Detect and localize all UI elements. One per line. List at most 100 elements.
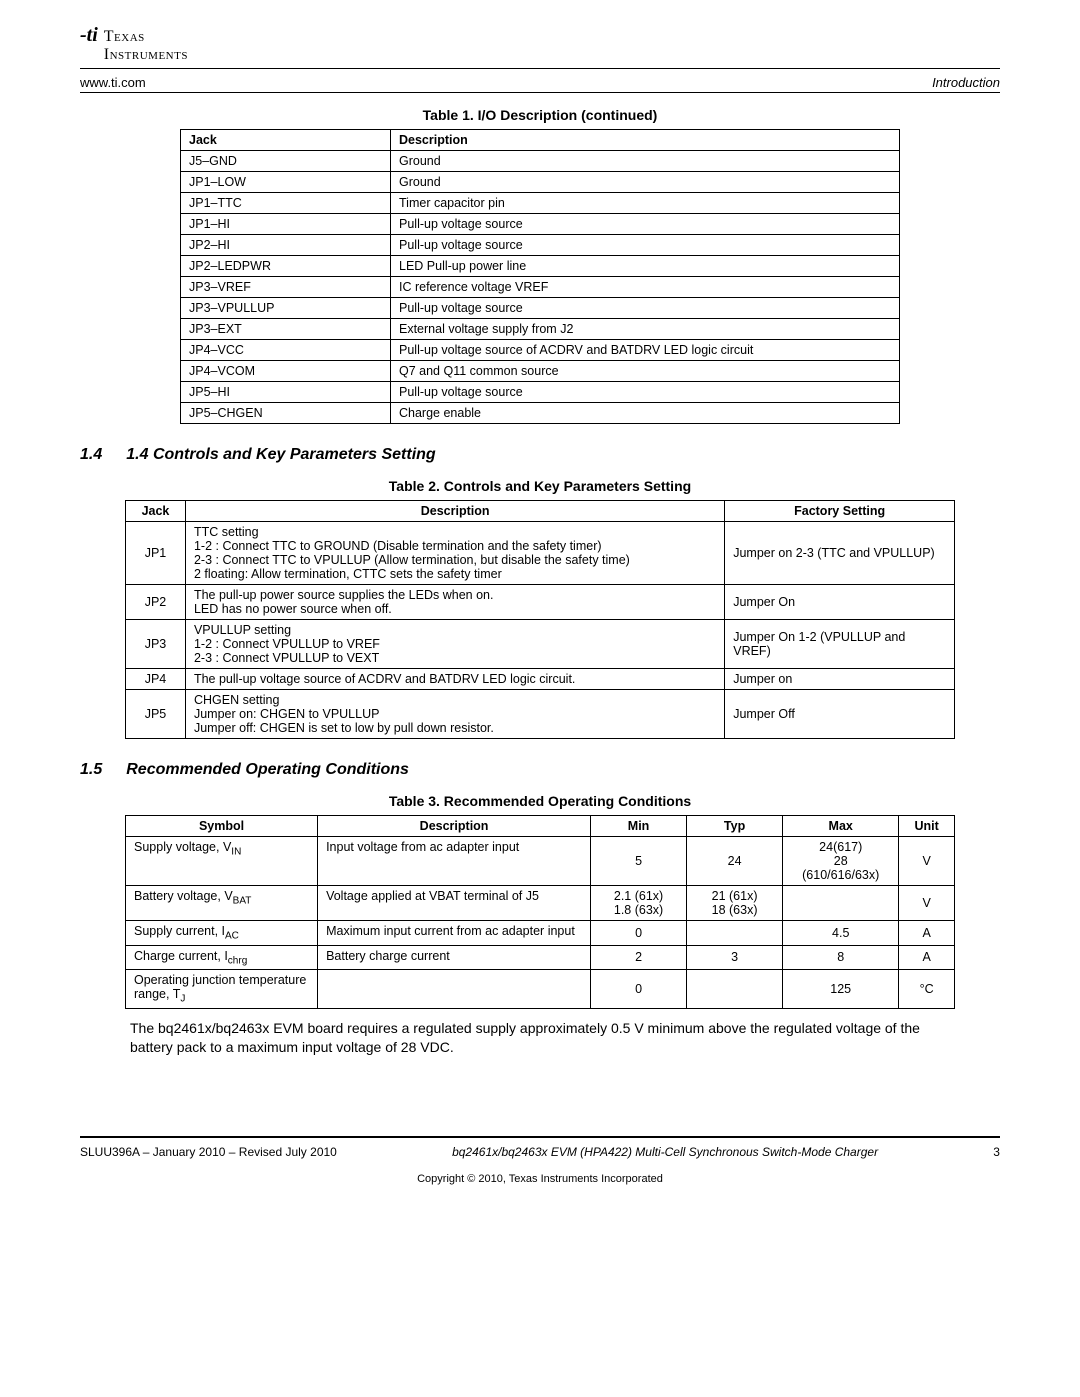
table-header-row: Jack Description <box>181 130 900 151</box>
cell-description: CHGEN setting Jumper on: CHGEN to VPULLU… <box>185 690 724 739</box>
section-1-5-title: Recommended Operating Conditions <box>126 761 409 778</box>
cell-min: 0 <box>591 921 687 946</box>
table-row: JP2–LEDPWRLED Pull-up power line <box>181 256 900 277</box>
table-row: J5–GNDGround <box>181 151 900 172</box>
table-row: JP5–CHGENCharge enable <box>181 403 900 424</box>
cell-unit: °C <box>899 970 955 1009</box>
footer-copyright: Copyright © 2010, Texas Instruments Inco… <box>80 1173 1000 1185</box>
table2-caption: Table 2. Controls and Key Parameters Set… <box>80 478 1000 494</box>
table-row: JP1TTC setting 1-2 : Connect TTC to GROU… <box>126 522 955 585</box>
cell-typ: 3 <box>687 945 783 970</box>
cell-unit: A <box>899 921 955 946</box>
col-jack: Jack <box>181 130 391 151</box>
page-footer: SLUU396A – January 2010 – Revised July 2… <box>80 1145 1000 1159</box>
table-cell: JP3–VREF <box>181 277 391 298</box>
cell-factory-setting: Jumper Off <box>725 690 955 739</box>
table-cell: IC reference voltage VREF <box>391 277 900 298</box>
controls-parameters-table: Jack Description Factory Setting JP1TTC … <box>125 500 955 739</box>
col-unit: Unit <box>899 816 955 837</box>
table-cell: LED Pull-up power line <box>391 256 900 277</box>
table-header-row: Symbol Description Min Typ Max Unit <box>126 816 955 837</box>
table-cell: Pull-up voltage source <box>391 235 900 256</box>
table-cell: JP4–VCC <box>181 340 391 361</box>
col-max: Max <box>783 816 899 837</box>
col-description: Description <box>391 130 900 151</box>
footer-doc-title: bq2461x/bq2463x EVM (HPA422) Multi-Cell … <box>452 1145 878 1159</box>
cell-description <box>318 970 591 1009</box>
table-cell: JP1–LOW <box>181 172 391 193</box>
cell-max: 4.5 <box>783 921 899 946</box>
cell-description: The pull-up power source supplies the LE… <box>185 585 724 620</box>
table-row: JP3–VPULLUPPull-up voltage source <box>181 298 900 319</box>
table-header-row: Jack Description Factory Setting <box>126 501 955 522</box>
cell-description: The pull-up voltage source of ACDRV and … <box>185 669 724 690</box>
header-url: www.ti.com <box>80 75 146 90</box>
table-row: Supply voltage, VINInput voltage from ac… <box>126 837 955 886</box>
cell-symbol: Supply current, IAC <box>126 921 318 946</box>
col-symbol: Symbol <box>126 816 318 837</box>
cell-jack: JP4 <box>126 669 186 690</box>
table-cell: Ground <box>391 172 900 193</box>
col-description: Description <box>318 816 591 837</box>
table-row: Operating junction temperature range, TJ… <box>126 970 955 1009</box>
table-cell: JP1–TTC <box>181 193 391 214</box>
table-row: Charge current, IchrgBattery charge curr… <box>126 945 955 970</box>
brand-logo: -ti Texas Instruments <box>80 20 1000 66</box>
cell-typ: 21 (61x) 18 (63x) <box>687 886 783 921</box>
table-cell: External voltage supply from J2 <box>391 319 900 340</box>
section-1-4-title: 1.4 Controls and Key Parameters Setting <box>126 446 435 463</box>
table-row: JP3VPULLUP setting 1-2 : Connect VPULLUP… <box>126 620 955 669</box>
table-cell: JP2–LEDPWR <box>181 256 391 277</box>
table-cell: Q7 and Q11 common source <box>391 361 900 382</box>
section-1-4-heading: 1.41.4 Controls and Key Parameters Setti… <box>80 446 1000 464</box>
cell-jack: JP5 <box>126 690 186 739</box>
table3-caption: Table 3. Recommended Operating Condition… <box>80 793 1000 809</box>
cell-unit: V <box>899 837 955 886</box>
body-paragraph: The bq2461x/bq2463x EVM board requires a… <box>130 1019 960 1057</box>
table-cell: J5–GND <box>181 151 391 172</box>
header-rule-2 <box>80 92 1000 93</box>
table-cell: JP4–VCOM <box>181 361 391 382</box>
ti-logo-symbol: -ti <box>80 24 98 47</box>
cell-typ <box>687 921 783 946</box>
table-cell: Pull-up voltage source <box>391 298 900 319</box>
cell-description: Input voltage from ac adapter input <box>318 837 591 886</box>
header-rule <box>80 68 1000 69</box>
table1-caption: Table 1. I/O Description (continued) <box>80 107 1000 123</box>
table-row: JP2The pull-up power source supplies the… <box>126 585 955 620</box>
header-section-label: Introduction <box>932 75 1000 90</box>
operating-conditions-table: Symbol Description Min Typ Max Unit Supp… <box>125 815 955 1009</box>
table-cell: Pull-up voltage source of ACDRV and BATD… <box>391 340 900 361</box>
cell-factory-setting: Jumper On 1-2 (VPULLUP and VREF) <box>725 620 955 669</box>
cell-min: 5 <box>591 837 687 886</box>
table-row: JP1–TTCTimer capacitor pin <box>181 193 900 214</box>
table-row: JP3–EXTExternal voltage supply from J2 <box>181 319 900 340</box>
cell-max: 24(617) 28 (610/616/63x) <box>783 837 899 886</box>
cell-description: TTC setting 1-2 : Connect TTC to GROUND … <box>185 522 724 585</box>
footer-rule <box>80 1136 1000 1138</box>
col-description: Description <box>185 501 724 522</box>
cell-symbol: Supply voltage, VIN <box>126 837 318 886</box>
cell-jack: JP3 <box>126 620 186 669</box>
cell-description: VPULLUP setting 1-2 : Connect VPULLUP to… <box>185 620 724 669</box>
footer-docid: SLUU396A – January 2010 – Revised July 2… <box>80 1145 337 1159</box>
table-row: JP1–LOWGround <box>181 172 900 193</box>
cell-jack: JP1 <box>126 522 186 585</box>
cell-factory-setting: Jumper on 2-3 (TTC and VPULLUP) <box>725 522 955 585</box>
cell-factory-setting: Jumper on <box>725 669 955 690</box>
table-cell: Ground <box>391 151 900 172</box>
col-factory-setting: Factory Setting <box>725 501 955 522</box>
cell-description: Voltage applied at VBAT terminal of J5 <box>318 886 591 921</box>
cell-description: Maximum input current from ac adapter in… <box>318 921 591 946</box>
cell-max <box>783 886 899 921</box>
table-cell: JP3–VPULLUP <box>181 298 391 319</box>
brand-line2: Instruments <box>104 46 188 64</box>
section-1-5-heading: 1.5Recommended Operating Conditions <box>80 761 1000 779</box>
table-row: JP4The pull-up voltage source of ACDRV a… <box>126 669 955 690</box>
cell-jack: JP2 <box>126 585 186 620</box>
col-jack: Jack <box>126 501 186 522</box>
table-cell: JP2–HI <box>181 235 391 256</box>
col-min: Min <box>591 816 687 837</box>
cell-unit: A <box>899 945 955 970</box>
table-row: JP5–HIPull-up voltage source <box>181 382 900 403</box>
